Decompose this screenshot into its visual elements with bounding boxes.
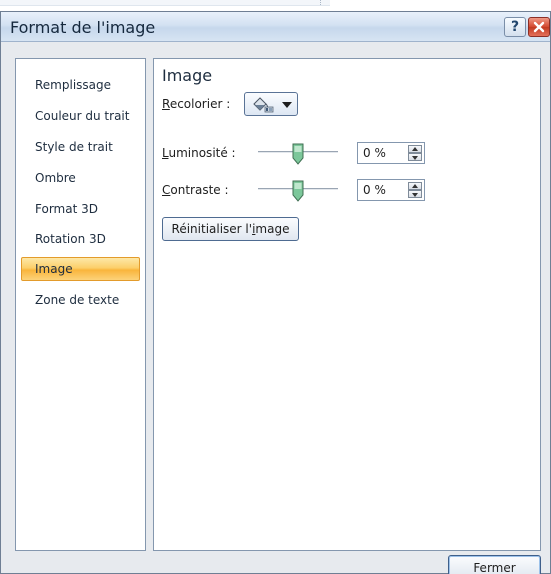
background-strip	[0, 0, 551, 11]
close-button[interactable]	[528, 17, 550, 37]
contrast-decrease-button[interactable]	[408, 190, 422, 198]
recolor-label-text: ecolorier :	[169, 97, 231, 111]
nav-item-format-3d[interactable]: Format 3D	[21, 197, 140, 221]
close-dialog-button[interactable]: Fermer	[448, 555, 541, 574]
brightness-increase-button[interactable]	[408, 145, 422, 153]
contrast-spinbox[interactable]: 0 %	[357, 179, 425, 201]
contrast-label-text: ontraste :	[170, 183, 229, 197]
brightness-label: Luminosité :	[162, 146, 236, 160]
chevron-down-icon	[282, 102, 292, 108]
nav-item-remplissage[interactable]: Remplissage	[21, 73, 140, 97]
brightness-spin-buttons	[408, 145, 422, 161]
help-icon: ?	[510, 19, 520, 35]
contrast-spin-buttons	[408, 182, 422, 198]
brightness-label-text: uminosité :	[168, 146, 236, 160]
nav-item-zone-de-texte[interactable]: Zone de texte	[21, 288, 140, 312]
arrow-down-icon	[412, 156, 418, 160]
title-bar[interactable]: Format de l'image ?	[1, 12, 550, 42]
category-list: Remplissage Couleur du trait Style de tr…	[15, 58, 146, 551]
brightness-decrease-button[interactable]	[408, 153, 422, 161]
reset-label-pre: Réinitialiser l'	[171, 222, 253, 236]
nav-item-style-de-trait[interactable]: Style de trait	[21, 135, 140, 159]
brightness-spinbox[interactable]: 0 %	[357, 142, 425, 164]
nav-item-ombre[interactable]: Ombre	[21, 166, 140, 190]
close-icon	[533, 21, 545, 33]
brightness-value[interactable]: 0 %	[363, 146, 386, 160]
contrast-label: Contraste :	[162, 183, 229, 197]
nav-item-image[interactable]: Image	[21, 257, 140, 281]
brightness-slider[interactable]	[258, 143, 338, 165]
arrow-up-icon	[412, 184, 418, 188]
paint-bucket-icon	[253, 97, 274, 113]
contrast-slider-thumb[interactable]	[292, 180, 304, 202]
recolor-label: Recolorier :	[162, 97, 230, 111]
nav-item-rotation-3d[interactable]: Rotation 3D	[21, 227, 140, 251]
reset-label-post: mage	[255, 222, 290, 236]
contrast-slider[interactable]	[258, 180, 338, 202]
brightness-slider-thumb[interactable]	[292, 143, 304, 165]
arrow-down-icon	[412, 193, 418, 197]
dialog-title: Format de l'image	[10, 18, 156, 37]
recolor-label-key: R	[162, 97, 170, 111]
nav-item-couleur-du-trait[interactable]: Couleur du trait	[21, 104, 140, 128]
contrast-value[interactable]: 0 %	[363, 183, 386, 197]
recolor-dropdown-button[interactable]	[244, 92, 298, 116]
background-field	[0, 0, 330, 6]
help-button[interactable]: ?	[504, 17, 526, 37]
panel-title: Image	[162, 66, 213, 85]
image-settings-panel: Image Recolorier : Luminosité : 0 % Cont…	[153, 58, 541, 551]
background-resize-marker	[320, 0, 326, 5]
reset-image-button[interactable]: Réinitialiser l' i mage	[162, 217, 299, 241]
contrast-increase-button[interactable]	[408, 182, 422, 190]
format-image-dialog: Format de l'image ? Remplissage Couleur …	[0, 11, 551, 574]
arrow-up-icon	[412, 147, 418, 151]
